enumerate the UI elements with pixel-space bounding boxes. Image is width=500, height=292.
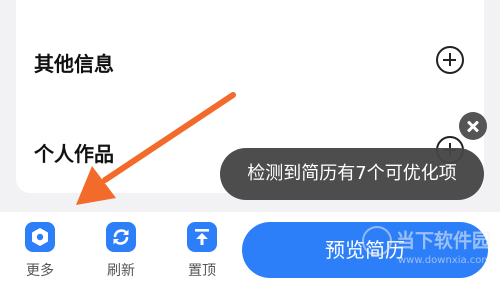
- watermark-title: 当下软件园: [396, 230, 492, 252]
- watermark-url: www.downxia.com: [398, 255, 492, 266]
- pin-top-button[interactable]: 置顶: [174, 222, 230, 282]
- toast-message: 检测到简历有7个可优化项: [247, 163, 457, 184]
- optimization-toast[interactable]: 检测到简历有7个可优化项: [220, 148, 484, 200]
- pin-top-icon: [187, 222, 217, 252]
- more-button[interactable]: 更多: [12, 222, 68, 282]
- refresh-button[interactable]: 刷新: [93, 222, 149, 282]
- close-icon[interactable]: [459, 112, 487, 140]
- section-title: 个人作品: [34, 142, 114, 166]
- refresh-icon: [106, 222, 136, 252]
- watermark-logo-icon: [362, 226, 392, 256]
- more-label: 更多: [26, 263, 54, 279]
- plus-circle-icon[interactable]: [436, 46, 464, 74]
- section-other-info[interactable]: 其他信息: [16, 32, 484, 92]
- refresh-label: 刷新: [107, 263, 135, 279]
- watermark: 当下软件园 www.downxia.com: [362, 222, 498, 272]
- section-title: 其他信息: [34, 52, 114, 76]
- hexagon-icon: [25, 222, 55, 252]
- pin-top-label: 置顶: [188, 263, 216, 279]
